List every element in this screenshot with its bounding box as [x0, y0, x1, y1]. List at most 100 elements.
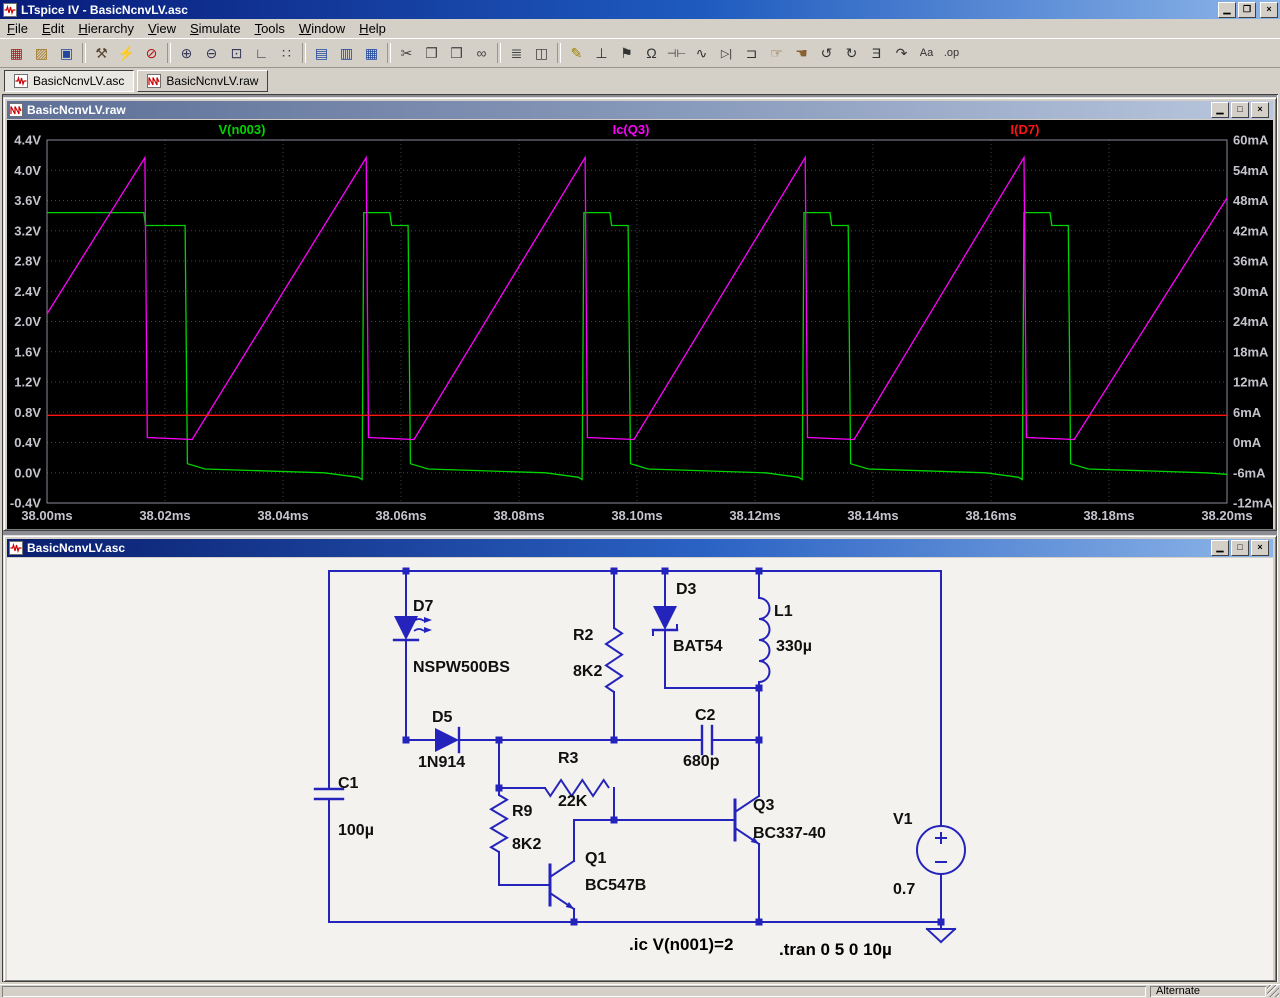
component-r2[interactable]: [604, 627, 624, 693]
schematic-label: BC337-40: [753, 825, 826, 842]
text-icon[interactable]: Aa: [914, 41, 939, 65]
junction-dot: [661, 567, 669, 575]
resistor-icon[interactable]: Ω: [639, 41, 664, 65]
diode-icon[interactable]: ▷|: [714, 41, 739, 65]
zoom-out-icon[interactable]: ⊖: [199, 41, 224, 65]
y-left-tick: 0.8V: [14, 405, 41, 420]
ground-icon[interactable]: ⊥: [589, 41, 614, 65]
component-d3[interactable]: [651, 606, 679, 636]
spice-directive[interactable]: .ic V(n001)=2: [629, 935, 733, 954]
spice-directive[interactable]: .tran 0 5 0 10µ: [779, 940, 892, 959]
y-right-tick: 12mA: [1233, 375, 1269, 390]
app-titlebar[interactable]: LTspice IV - BasicNcnvLV.asc ▁ ❐ ×: [0, 0, 1280, 19]
redo-icon[interactable]: ↻: [839, 41, 864, 65]
waveform-client[interactable]: 4.4V 4.0V 3.6V 3.2V 2.8V 2.4V 2.0V 1.6V 1.2V 0.8V…: [7, 120, 1273, 529]
tab-basicncnvlv.raw[interactable]: BasicNcnvLV.raw: [137, 70, 269, 92]
schematic-label: Q3: [753, 797, 774, 814]
component-r9[interactable]: [489, 794, 509, 853]
app-close-button[interactable]: ×: [1260, 1, 1278, 18]
waveform-window-titlebar[interactable]: BasicNcnvLV.raw ▁ □ ×: [7, 101, 1273, 119]
schematic-client[interactable]: C1 100µ D7 NSPW500BS D5 1N914 R2 8K2 D3 BAT54 L1 33…: [7, 558, 1273, 980]
menu-tools[interactable]: Tools: [248, 20, 292, 37]
waveform-icon: [147, 74, 162, 88]
capacitor-icon[interactable]: ⊣⊢: [664, 41, 689, 65]
waveform-minimize-button[interactable]: ▁: [1211, 102, 1229, 118]
mirror-icon[interactable]: Ǝ: [864, 41, 889, 65]
waveform-close-button[interactable]: ×: [1251, 102, 1269, 118]
wire-icon[interactable]: ✎: [564, 41, 589, 65]
tile-horizontal-icon[interactable]: ▥: [334, 41, 359, 65]
run-icon[interactable]: ⚡: [114, 41, 139, 65]
menu-hierarchy[interactable]: Hierarchy: [71, 20, 141, 37]
schematic-label: 100µ: [338, 822, 374, 839]
component-q1[interactable]: [535, 859, 576, 911]
waveform-maximize-button[interactable]: □: [1231, 102, 1249, 118]
component-c2[interactable]: [700, 724, 714, 756]
save-icon[interactable]: ▣: [54, 41, 79, 65]
legend-vn003[interactable]: V(n003): [219, 122, 266, 137]
menu-file[interactable]: File: [0, 20, 35, 37]
halt-icon[interactable]: ⊘: [139, 41, 164, 65]
print-icon[interactable]: ≣: [504, 41, 529, 65]
tile-vertical-icon[interactable]: ▦: [359, 41, 384, 65]
label-icon[interactable]: ⚑: [614, 41, 639, 65]
component-l1[interactable]: [758, 597, 771, 683]
find-icon[interactable]: ∞: [469, 41, 494, 65]
menu-help[interactable]: Help: [352, 20, 393, 37]
toolbar-separator: [497, 43, 501, 63]
plot-settings-icon[interactable]: ∟: [249, 41, 274, 65]
cascade-windows-icon[interactable]: ▤: [309, 41, 334, 65]
grid-icon[interactable]: ∷: [274, 41, 299, 65]
component-d5[interactable]: [435, 726, 461, 754]
y-left-tick: 4.4V: [14, 133, 41, 148]
zoom-full-icon[interactable]: ⊡: [224, 41, 249, 65]
junction-dot: [570, 918, 578, 926]
copy-icon[interactable]: ❐: [419, 41, 444, 65]
mdi-area: BasicNcnvLV.raw ▁ □ × 4.4V 4.0V 3.6V 3.2V 2.…: [2, 94, 1278, 982]
schematic-canvas: C1 100µ D7 NSPW500BS D5 1N914 R2 8K2 D3 BAT54 L1 33…: [313, 567, 966, 959]
legend-id7[interactable]: I(D7): [1011, 122, 1040, 137]
undo-icon[interactable]: ↺: [814, 41, 839, 65]
junction-dot: [755, 918, 763, 926]
menu-view[interactable]: View: [141, 20, 183, 37]
schematic-label: 8K2: [512, 836, 541, 853]
component-v1[interactable]: [916, 825, 966, 875]
waveform-plot: 4.4V 4.0V 3.6V 3.2V 2.8V 2.4V 2.0V 1.6V 1.2V 0.8V…: [10, 122, 1273, 523]
spice-directive-icon[interactable]: .op: [939, 41, 964, 65]
paste-icon[interactable]: ❒: [444, 41, 469, 65]
y-right-tick: 42mA: [1233, 223, 1269, 238]
open-icon[interactable]: ▨: [29, 41, 54, 65]
zoom-in-icon[interactable]: ⊕: [174, 41, 199, 65]
menu-edit[interactable]: Edit: [35, 20, 71, 37]
new-schematic-icon[interactable]: ▦: [4, 41, 29, 65]
y-left-tick: 2.0V: [14, 314, 41, 329]
component-gnd[interactable]: [925, 921, 957, 944]
component-d7[interactable]: [392, 616, 432, 642]
inductor-icon[interactable]: ∿: [689, 41, 714, 65]
schematic-window-titlebar[interactable]: BasicNcnvLV.asc ▁ □ ×: [7, 539, 1273, 557]
y-left-tick: 2.8V: [14, 254, 41, 269]
app-restore-button[interactable]: ❐: [1238, 1, 1256, 18]
menu-bar: File Edit Hierarchy View Simulate Tools Window…: [0, 19, 1280, 38]
tab-bar: BasicNcnvLV.asc BasicNcnvLV.raw: [0, 69, 1280, 93]
component-icon[interactable]: ⊐: [739, 41, 764, 65]
y-right-tick: 60mA: [1233, 133, 1269, 148]
resize-grip[interactable]: [1267, 985, 1279, 997]
rotate-icon[interactable]: ↷: [889, 41, 914, 65]
print-preview-icon[interactable]: ◫: [529, 41, 554, 65]
cut-icon[interactable]: ✂: [394, 41, 419, 65]
schematic-close-button[interactable]: ×: [1251, 540, 1269, 556]
y-left-tick: 3.2V: [14, 223, 41, 238]
app-title: LTspice IV - BasicNcnvLV.asc: [21, 2, 188, 17]
drag-icon[interactable]: ☚: [789, 41, 814, 65]
waveform-window: BasicNcnvLV.raw ▁ □ × 4.4V 4.0V 3.6V 3.2V 2.…: [3, 97, 1277, 531]
control-panel-icon[interactable]: ⚒: [89, 41, 114, 65]
schematic-minimize-button[interactable]: ▁: [1211, 540, 1229, 556]
app-minimize-button[interactable]: ▁: [1218, 1, 1236, 18]
legend-icq3[interactable]: Ic(Q3): [613, 122, 650, 137]
move-icon[interactable]: ☞: [764, 41, 789, 65]
tab-basicncnvlv.asc[interactable]: BasicNcnvLV.asc: [4, 70, 135, 92]
menu-simulate[interactable]: Simulate: [183, 20, 248, 37]
menu-window[interactable]: Window: [292, 20, 352, 37]
schematic-maximize-button[interactable]: □: [1231, 540, 1249, 556]
